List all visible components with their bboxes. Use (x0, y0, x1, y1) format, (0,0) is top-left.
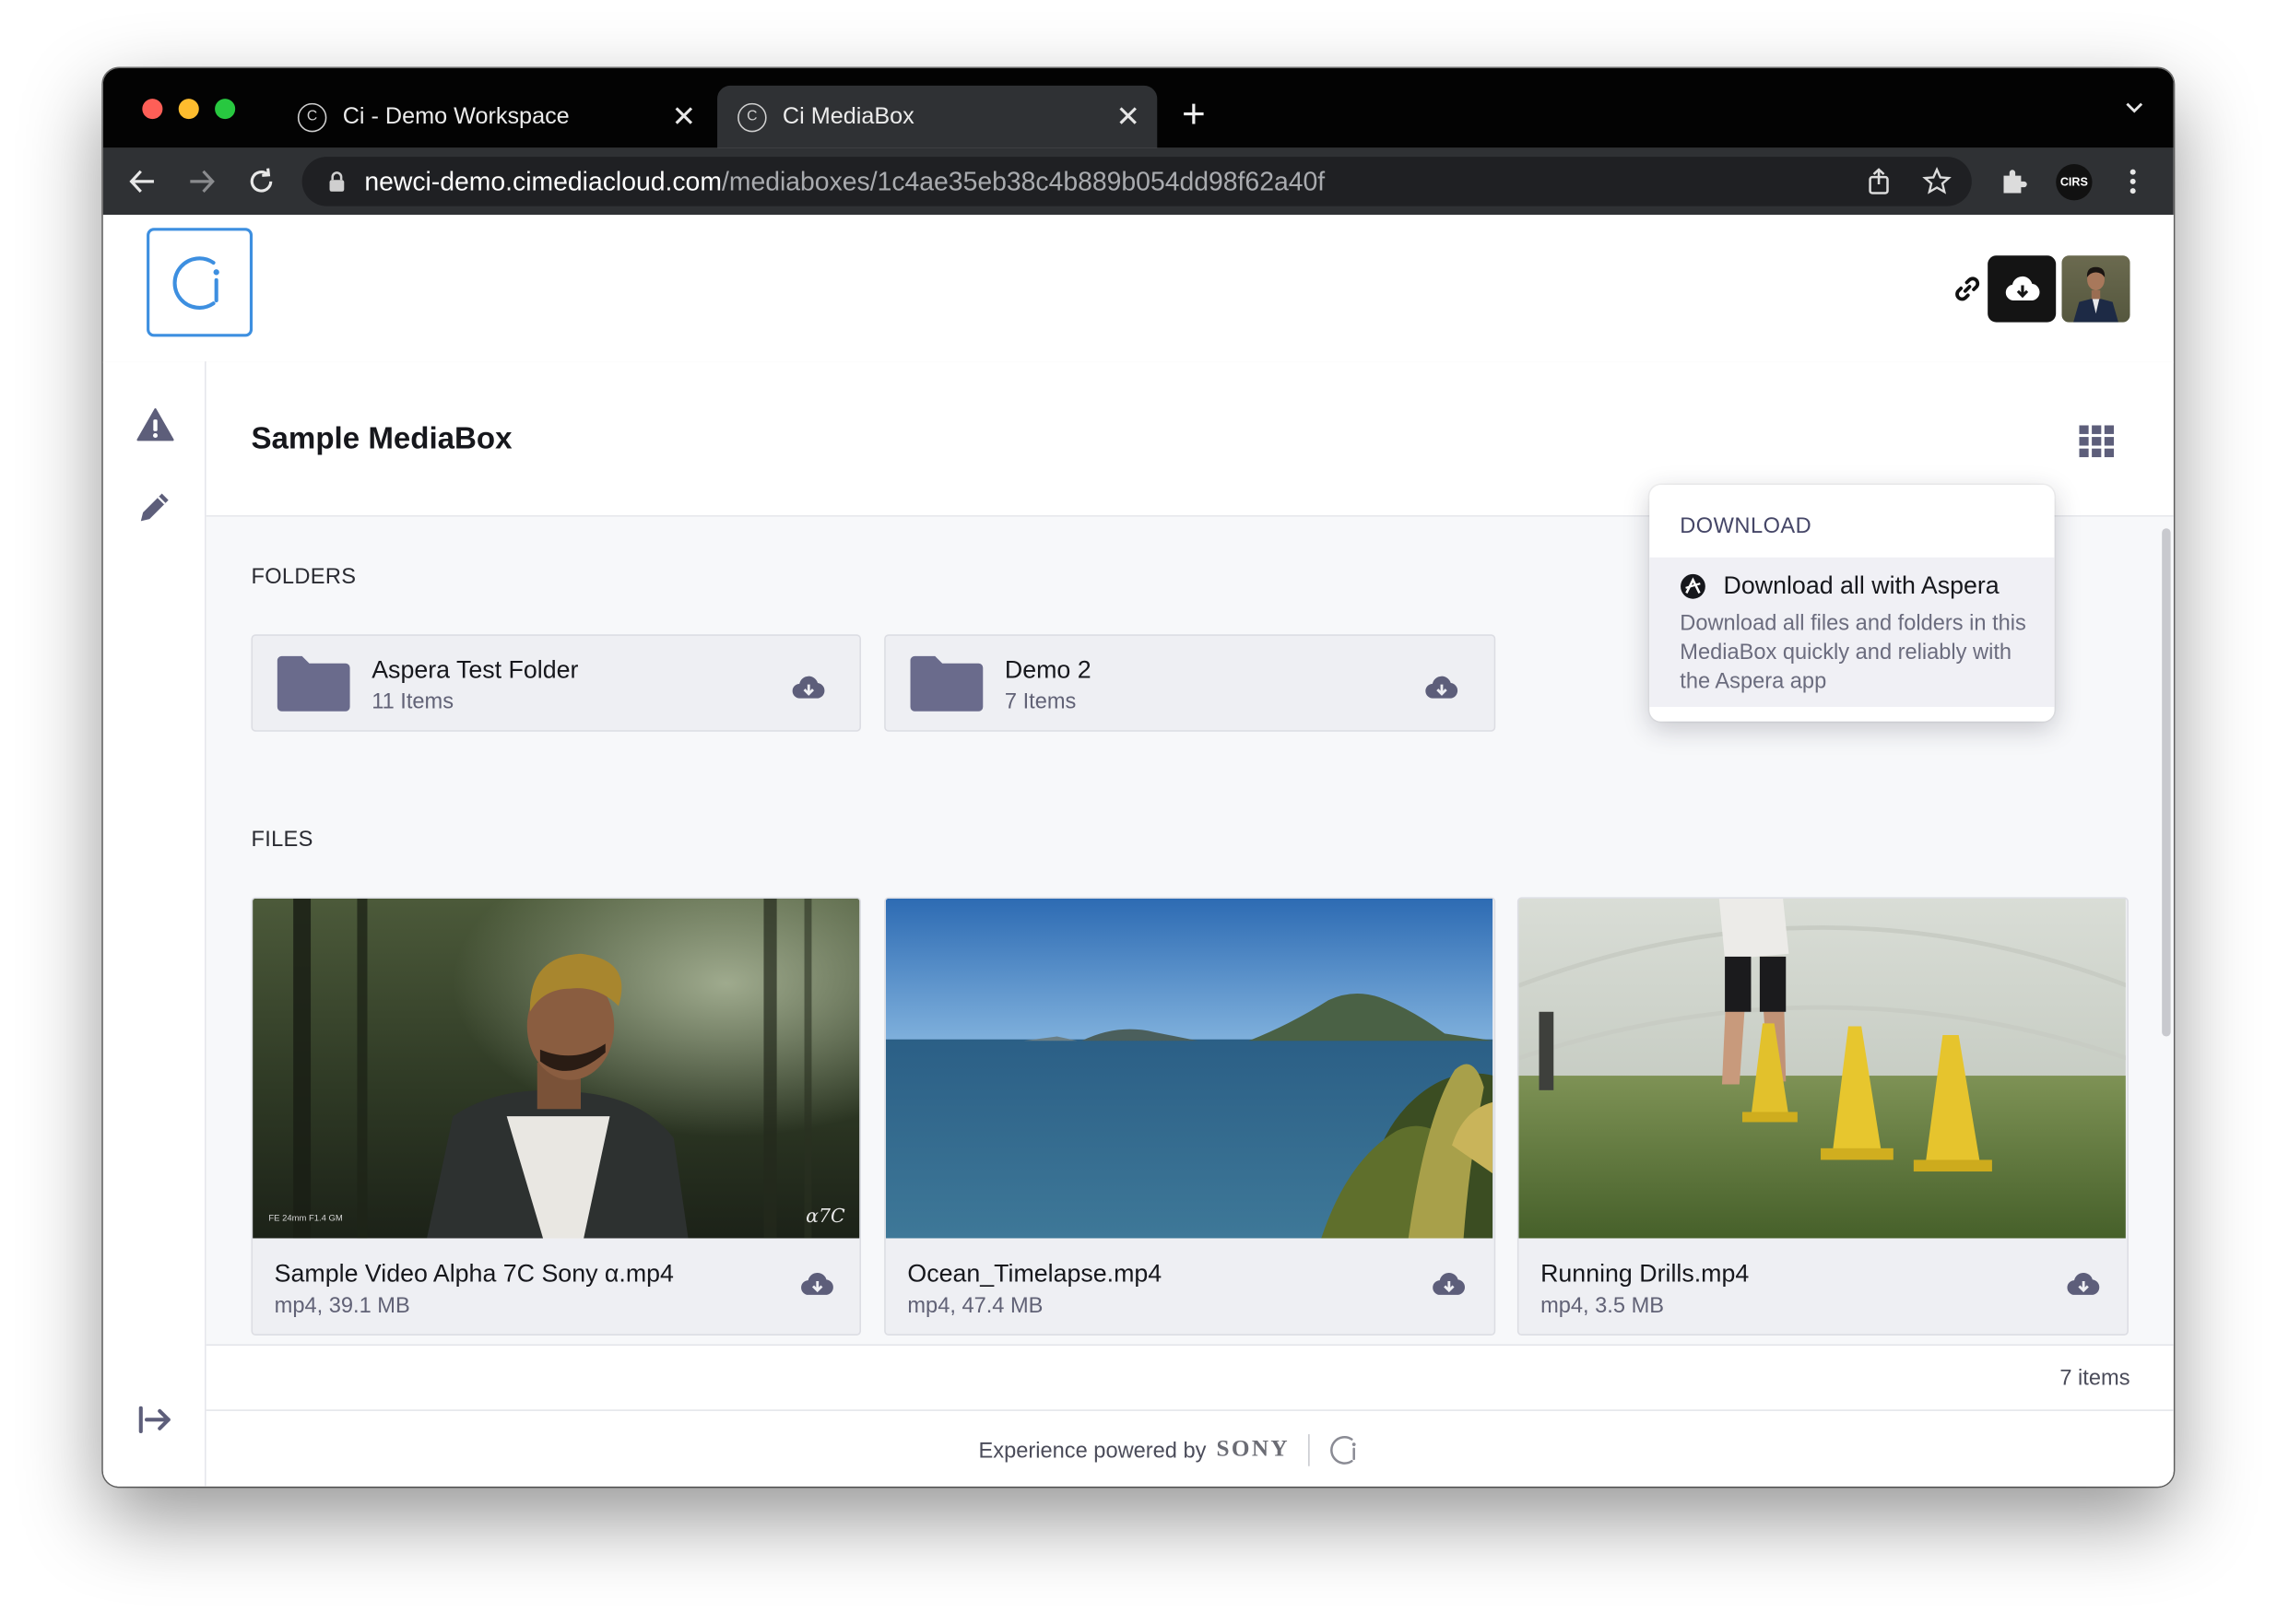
folders-heading: FOLDERS (251, 564, 357, 590)
tab-title: Ci - Demo Workspace (342, 103, 570, 129)
folder-card[interactable]: Demo 2 7 Items (884, 634, 1496, 732)
web-page: Sample MediaBox FOLDERS Aspera Test Fold… (102, 215, 2174, 1487)
soccer-drills-image (1518, 898, 2126, 1239)
folder-icon (277, 655, 350, 712)
tab-demo-workspace[interactable]: C Ci - Demo Workspace ✕ (277, 86, 714, 148)
scrollbar[interactable] (2162, 528, 2171, 1037)
download-menu-heading: DOWNLOAD (1680, 513, 1812, 539)
video-thumbnail[interactable] (885, 898, 1493, 1239)
file-meta: mp4, 3.5 MB (1540, 1293, 1665, 1319)
file-meta: mp4, 47.4 MB (907, 1293, 1044, 1319)
file-meta: mp4, 39.1 MB (274, 1293, 410, 1319)
video-thumbnail[interactable] (1518, 898, 2126, 1239)
exit-icon[interactable] (135, 1399, 175, 1440)
divider (206, 1344, 2174, 1347)
folder-item-count: 11 Items (372, 689, 454, 714)
powered-by-text: Experience powered by (978, 1438, 1207, 1463)
download-option-title: Download all with Aspera (1723, 571, 2000, 600)
maximize-window-button[interactable] (215, 99, 236, 120)
camera-model-overlay: α7C (806, 1206, 845, 1229)
ci-favicon-icon: C (297, 102, 327, 132)
user-photo (2073, 266, 2118, 323)
ci-logo-mark (172, 256, 219, 310)
download-option-description: Download all files and folders in this M… (1680, 611, 2026, 694)
ci-logo-small-icon (1330, 1436, 1356, 1465)
download-all-aspera-option[interactable]: Download all with Aspera Download all fi… (1649, 557, 2055, 708)
file-name: Sample Video Alpha 7C Sony α.mp4 (274, 1260, 674, 1289)
warning-icon[interactable] (135, 405, 175, 445)
profile-avatar[interactable]: CIRS (2056, 163, 2093, 201)
cloud-download-icon[interactable] (1424, 674, 1459, 703)
cloud-download-icon[interactable] (1432, 1270, 1467, 1300)
new-tab-button[interactable]: + (1182, 92, 1206, 136)
share-icon[interactable] (1864, 167, 1894, 196)
address-bar[interactable]: newci-demo.cimediacloud.com/mediaboxes/1… (301, 157, 1972, 206)
download-menu: DOWNLOAD Download all with Aspera Downlo… (1649, 485, 2055, 722)
url-host: newci-demo.cimediacloud.com (364, 167, 722, 196)
folder-name: Aspera Test Folder (372, 655, 579, 684)
browser-toolbar: newci-demo.cimediacloud.com/mediaboxes/1… (102, 147, 2174, 216)
extensions-puzzle-icon[interactable] (1998, 166, 2030, 198)
ci-favicon-icon: C (737, 102, 767, 132)
download-all-button[interactable] (1988, 255, 2057, 323)
link-icon (1955, 277, 1980, 301)
folder-name: Demo 2 (1004, 655, 1091, 684)
forward-arrow-icon[interactable] (186, 166, 218, 198)
sony-logo: SONY (1216, 1437, 1290, 1463)
url-path: /mediaboxes/1c4ae35eb38c4b889b054dd98f62… (721, 167, 1326, 196)
cloud-download-icon[interactable] (791, 674, 826, 703)
file-name: Ocean_Timelapse.mp4 (907, 1260, 1162, 1289)
mediabox-title: Sample MediaBox (251, 422, 513, 456)
file-card[interactable]: Running Drills.mp4 mp4, 3.5 MB (1516, 897, 2129, 1336)
tab-ci-mediabox[interactable]: C Ci MediaBox ✕ (717, 85, 1158, 148)
cloud-download-icon (2004, 276, 2039, 301)
powered-by: Experience powered by SONY (979, 1433, 1364, 1468)
pencil-icon[interactable] (135, 487, 175, 527)
divider (206, 1409, 2174, 1411)
video-thumbnail[interactable]: FE 24mm F1.4 GM α7C (253, 898, 860, 1239)
cloud-download-icon[interactable] (800, 1270, 835, 1300)
lock-icon (329, 171, 345, 192)
cloud-download-icon[interactable] (2066, 1270, 2101, 1300)
file-card[interactable]: FE 24mm F1.4 GM α7C Sample Video Alpha 7… (251, 897, 861, 1336)
ocean-image (885, 898, 1493, 1239)
browser-window: C Ci - Demo Workspace ✕ C Ci MediaBox ✕ … (102, 68, 2174, 1487)
user-avatar[interactable] (2061, 255, 2130, 323)
reload-icon[interactable] (245, 166, 277, 198)
folder-item-count: 7 Items (1004, 689, 1077, 714)
side-navigation (102, 361, 206, 1487)
chevron-down-icon[interactable] (2124, 98, 2144, 118)
file-name: Running Drills.mp4 (1540, 1260, 1750, 1289)
bookmark-star-icon[interactable] (1922, 167, 1952, 196)
back-arrow-icon[interactable] (126, 166, 159, 198)
tab-close-button[interactable]: ✕ (1108, 99, 1149, 135)
lens-overlay-text: FE 24mm F1.4 GM (268, 1215, 343, 1224)
tab-bar: C Ci - Demo Workspace ✕ C Ci MediaBox ✕ … (102, 68, 2174, 148)
files-heading: FILES (251, 827, 313, 853)
app-header (102, 215, 2174, 363)
aspera-icon (1681, 573, 1705, 599)
folder-icon (910, 655, 984, 712)
folder-card[interactable]: Aspera Test Folder 11 Items (251, 634, 861, 732)
ci-logo[interactable] (147, 228, 254, 337)
item-count: 7 items (2059, 1366, 2130, 1391)
tab-close-button[interactable]: ✕ (664, 99, 704, 135)
divider (1308, 1434, 1310, 1466)
minimize-window-button[interactable] (178, 99, 199, 120)
more-menu-icon[interactable] (2117, 166, 2149, 198)
forest-portrait-image (253, 898, 860, 1239)
grid-view-icon[interactable] (2079, 425, 2115, 458)
tab-title: Ci MediaBox (782, 103, 914, 129)
file-card[interactable]: Ocean_Timelapse.mp4 mp4, 47.4 MB (884, 897, 1496, 1336)
url-text: newci-demo.cimediacloud.com/mediaboxes/1… (364, 167, 1325, 197)
close-window-button[interactable] (142, 99, 163, 120)
